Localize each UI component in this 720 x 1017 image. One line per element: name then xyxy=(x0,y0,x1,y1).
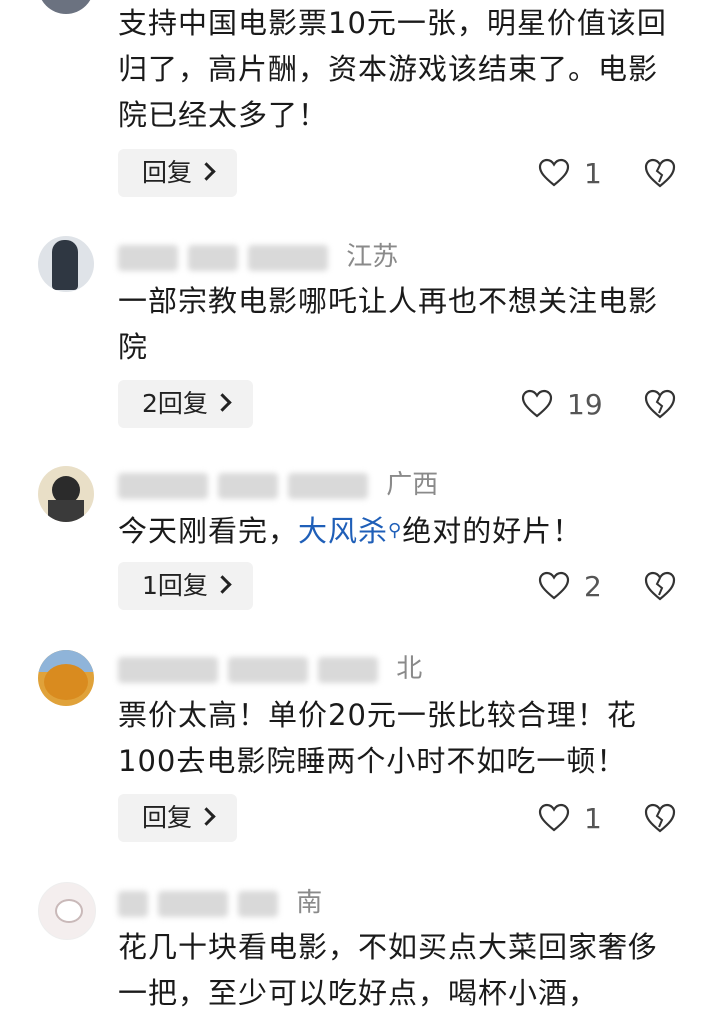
comment-text-part: 今天刚看完， xyxy=(118,514,299,548)
reply-button[interactable]: 回复 xyxy=(118,149,238,197)
search-link[interactable]: 大风杀 xyxy=(298,514,388,548)
avatar[interactable] xyxy=(38,466,94,522)
username-blurred xyxy=(228,656,308,683)
location-label: 南 xyxy=(296,888,323,918)
reply-label: 2回复 xyxy=(142,389,208,418)
broken-heart-icon[interactable] xyxy=(643,801,677,835)
chevron-right-icon xyxy=(197,162,216,181)
heart-icon xyxy=(521,389,553,418)
search-icon: ⚲ xyxy=(388,520,403,541)
reply-label: 回复 xyxy=(142,158,193,187)
chevron-right-icon xyxy=(213,575,232,594)
username-blurred xyxy=(118,656,218,683)
like-button[interactable]: 19 xyxy=(521,380,603,428)
location-label: 江苏 xyxy=(346,242,399,272)
reply-button[interactable]: 1回复 xyxy=(118,562,253,610)
heart-icon xyxy=(538,803,570,832)
broken-heart-icon[interactable] xyxy=(643,387,677,421)
like-count: 1 xyxy=(584,801,602,835)
avatar[interactable] xyxy=(38,882,96,940)
username-blurred xyxy=(158,890,228,917)
username-blurred xyxy=(248,244,328,271)
username-blurred xyxy=(288,472,368,499)
comment-text: 一部宗教电影哪吒让人再也不想关注电影院 xyxy=(118,284,659,364)
username-blurred xyxy=(118,244,178,271)
like-button[interactable]: 2 xyxy=(538,562,602,610)
comment-text-part: 绝对的好片！ xyxy=(402,514,583,548)
reply-button[interactable]: 回复 xyxy=(118,794,238,842)
heart-icon xyxy=(538,571,570,600)
broken-heart-icon[interactable] xyxy=(643,569,677,603)
comment-text: 票价太高！单价20元一张比较合理！花100去电影院睡两个小时不如吃一顿！ xyxy=(118,698,637,778)
username-blurred xyxy=(118,890,148,917)
like-count: 19 xyxy=(567,387,603,421)
heart-icon xyxy=(538,158,570,187)
username-blurred xyxy=(188,244,238,271)
comment-text: 支持中国电影票10元一张，明星价值该回归了，高片酬，资本游戏该结束了。电影院已经… xyxy=(118,6,667,132)
like-button[interactable]: 1 xyxy=(538,149,602,197)
comment-text: 花几十块看电影，不如买点大菜回家奢侈一把，至少可以吃好点，喝杯小酒， xyxy=(118,930,659,1010)
username-blurred xyxy=(218,472,278,499)
location-label: 北 xyxy=(396,654,423,684)
reply-label: 1回复 xyxy=(142,571,208,600)
broken-heart-icon[interactable] xyxy=(643,156,677,190)
reply-button[interactable]: 2回复 xyxy=(118,380,253,428)
avatar[interactable] xyxy=(38,650,94,706)
comment-meta: 北 xyxy=(118,652,422,686)
username-blurred xyxy=(118,472,208,499)
like-button[interactable]: 1 xyxy=(538,794,602,842)
comment-meta: 南 xyxy=(118,886,322,920)
comment-meta: 广西 xyxy=(118,468,438,502)
avatar[interactable] xyxy=(38,0,94,14)
username-blurred xyxy=(238,890,278,917)
location-label: 广西 xyxy=(386,470,439,500)
chevron-right-icon xyxy=(197,807,216,826)
chevron-right-icon xyxy=(213,393,232,412)
username-blurred xyxy=(318,656,378,683)
avatar[interactable] xyxy=(38,236,94,292)
comment-meta: 江苏 xyxy=(118,240,398,274)
like-count: 2 xyxy=(584,569,602,603)
comment-text: 今天刚看完，大风杀⚲绝对的好片！ xyxy=(118,508,678,554)
like-count: 1 xyxy=(584,156,602,190)
reply-label: 回复 xyxy=(142,803,193,832)
